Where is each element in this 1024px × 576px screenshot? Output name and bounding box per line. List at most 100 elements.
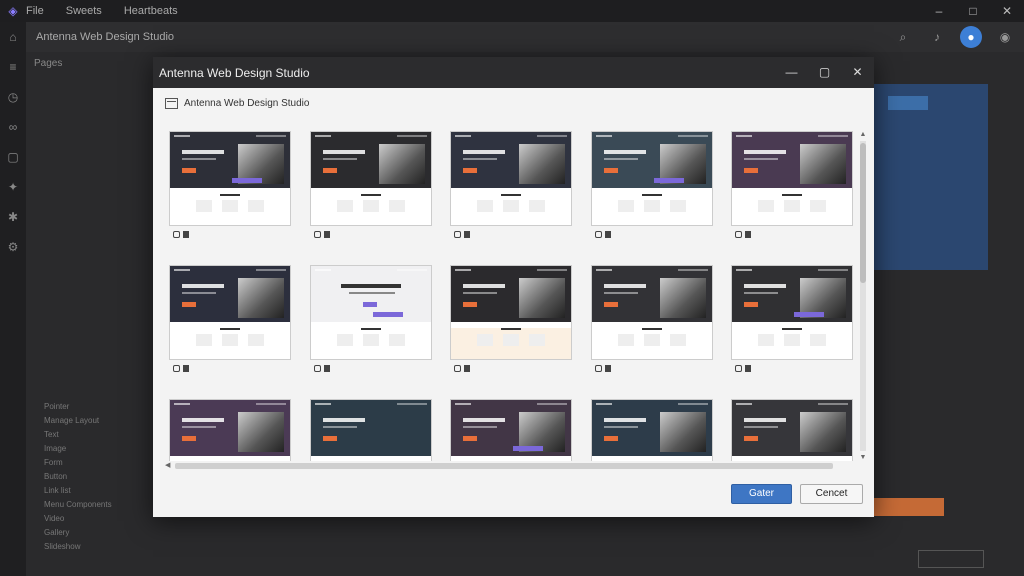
search-icon[interactable]: ⌕ [892, 26, 914, 48]
list-item[interactable]: Slideshow [44, 540, 144, 554]
template-thumbnail[interactable] [310, 131, 432, 226]
template-thumbnail[interactable] [450, 399, 572, 461]
dialog-minimize-icon[interactable]: — [775, 57, 808, 88]
template-dialog: Antenna Web Design Studio — ▢ ✕ Antenna … [153, 57, 874, 517]
template-actions [591, 360, 713, 376]
list-item[interactable]: Video [44, 512, 144, 526]
pin-icon[interactable]: ✦ [0, 172, 26, 202]
menu-file[interactable]: File [26, 5, 44, 17]
dialog-subtitle: Antenna Web Design Studio [184, 97, 310, 109]
template-card[interactable] [731, 399, 853, 461]
document-icon[interactable] [464, 230, 470, 238]
dialog-close-icon[interactable]: ✕ [841, 57, 874, 88]
template-thumbnail[interactable] [310, 399, 432, 461]
preview-icon[interactable] [595, 364, 602, 372]
document-icon[interactable] [464, 364, 470, 372]
template-card[interactable] [450, 265, 572, 376]
template-card[interactable] [450, 131, 572, 242]
template-thumbnail[interactable] [169, 131, 291, 226]
page-icon[interactable]: ▢ [0, 142, 26, 172]
template-card[interactable] [450, 399, 572, 461]
document-icon[interactable] [183, 364, 189, 372]
close-icon[interactable]: ✕ [990, 0, 1024, 22]
template-actions [731, 226, 853, 242]
template-thumbnail[interactable] [731, 265, 853, 360]
user-avatar[interactable]: ● [960, 26, 982, 48]
scroll-down-icon[interactable]: ▼ [858, 454, 868, 461]
preview-icon[interactable] [735, 230, 742, 238]
maximize-icon[interactable]: □ [956, 0, 990, 22]
clock-icon[interactable]: ◷ [0, 82, 26, 112]
horizontal-scrollbar[interactable]: ◀ [165, 461, 857, 471]
template-card[interactable] [310, 131, 432, 242]
minimize-icon[interactable]: – [922, 0, 956, 22]
settings-icon[interactable]: ⚙ [0, 232, 26, 262]
document-icon[interactable] [605, 364, 611, 372]
preview-icon[interactable] [454, 364, 461, 372]
template-thumbnail[interactable] [731, 399, 853, 461]
template-thumbnail[interactable] [450, 131, 572, 226]
template-card[interactable] [169, 399, 291, 461]
template-thumbnail[interactable] [731, 131, 853, 226]
list-item[interactable]: Pointer [44, 400, 144, 414]
document-icon[interactable] [183, 230, 189, 238]
layers-icon[interactable]: ≡ [0, 52, 26, 82]
list-item[interactable]: Form [44, 456, 144, 470]
template-card[interactable] [310, 265, 432, 376]
menu-sweets[interactable]: Sweets [66, 5, 102, 17]
preview-icon[interactable] [314, 230, 321, 238]
list-item[interactable]: Manage Layout [44, 414, 144, 428]
scroll-up-icon[interactable]: ▲ [858, 131, 868, 138]
scroll-thumb[interactable] [860, 143, 866, 283]
preview-icon[interactable] [173, 364, 180, 372]
preview-icon[interactable] [454, 230, 461, 238]
list-item[interactable]: Menu Components [44, 498, 144, 512]
template-card[interactable] [310, 399, 432, 461]
pages-selector[interactable]: Pages [34, 58, 62, 69]
template-card[interactable] [731, 131, 853, 242]
template-card[interactable] [731, 265, 853, 376]
template-actions [450, 360, 572, 376]
document-icon[interactable] [324, 230, 330, 238]
preview-icon[interactable] [595, 230, 602, 238]
document-icon[interactable] [324, 364, 330, 372]
template-thumbnail[interactable] [591, 131, 713, 226]
link-icon[interactable]: ∞ [0, 112, 26, 142]
list-item[interactable]: Link list [44, 484, 144, 498]
vertical-scrollbar[interactable]: ▲ ▼ [858, 131, 868, 461]
list-item[interactable]: Gallery [44, 526, 144, 540]
template-folder-icon [165, 97, 178, 109]
cancel-button[interactable]: Cencet [800, 484, 863, 504]
bell-icon[interactable]: ♪ [926, 26, 948, 48]
template-thumbnail[interactable] [591, 399, 713, 461]
scroll-left-icon[interactable]: ◀ [165, 461, 170, 469]
template-thumbnail[interactable] [591, 265, 713, 360]
home-icon[interactable]: ⌂ [0, 22, 26, 52]
template-thumbnail[interactable] [450, 265, 572, 360]
list-item[interactable]: Image [44, 442, 144, 456]
preview-icon[interactable] [314, 364, 321, 372]
document-icon[interactable] [605, 230, 611, 238]
template-card[interactable] [169, 265, 291, 376]
template-thumbnail[interactable] [169, 399, 291, 461]
horizontal-scroll-thumb[interactable] [175, 463, 833, 469]
template-card[interactable] [591, 265, 713, 376]
account-icon[interactable]: ◉ [994, 26, 1016, 48]
document-icon[interactable] [745, 230, 751, 238]
plugin-icon[interactable]: ✱ [0, 202, 26, 232]
list-item[interactable]: Button [44, 470, 144, 484]
template-thumbnail[interactable] [169, 265, 291, 360]
document-icon[interactable] [745, 364, 751, 372]
list-item[interactable]: Text [44, 428, 144, 442]
preview-icon[interactable] [735, 364, 742, 372]
template-card[interactable] [591, 131, 713, 242]
ok-button[interactable]: Gater [731, 484, 792, 504]
components-list: Pointer Manage Layout Text Image Form Bu… [44, 400, 144, 554]
template-card[interactable] [169, 131, 291, 242]
menu-heartbeats[interactable]: Heartbeats [124, 5, 178, 17]
template-actions [310, 360, 432, 376]
preview-icon[interactable] [173, 230, 180, 238]
template-card[interactable] [591, 399, 713, 461]
dialog-maximize-icon[interactable]: ▢ [808, 57, 841, 88]
template-thumbnail[interactable] [310, 265, 432, 360]
